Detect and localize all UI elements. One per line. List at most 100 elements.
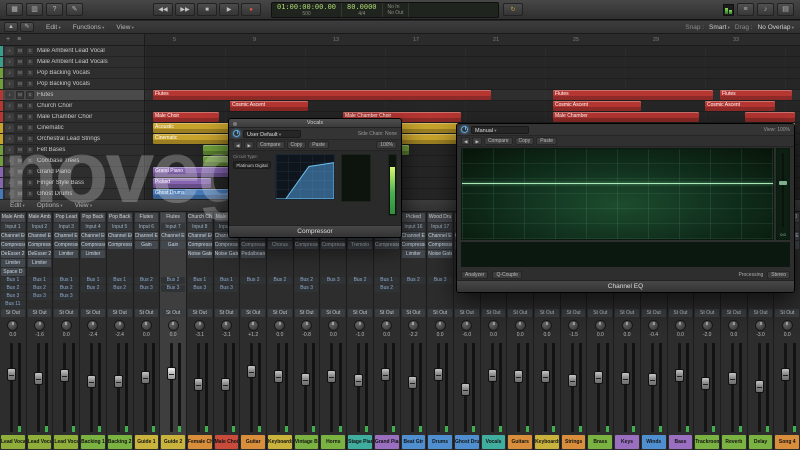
track-header[interactable]: ♪ M S Cinematic [0,123,144,134]
fx-slot[interactable]: Channel EQ [107,232,132,240]
solo-button[interactable]: S [26,146,34,154]
strip-output-slot[interactable]: St Out [508,309,533,317]
fx-slot[interactable]: Gain [161,241,185,249]
solo-button[interactable]: S [26,179,34,187]
pan-knob[interactable] [781,319,793,331]
lane-row[interactable] [145,79,800,90]
strip-output-slot[interactable]: St Out [695,309,719,317]
strip-output-slot[interactable]: St Out [641,309,666,317]
fader[interactable] [375,341,399,434]
strip-output-slot[interactable]: St Out [481,309,506,317]
strip-setting-button[interactable]: Male Amb [27,213,52,222]
mute-button[interactable]: M [16,113,24,121]
pan-knob[interactable] [728,319,740,331]
fx-slot[interactable]: Compressor [294,241,319,249]
cycle-icon[interactable]: ↻ [503,3,523,16]
send-slot[interactable]: Bus 11 [1,301,25,308]
fader[interactable] [402,341,426,434]
tools-icon[interactable]: ✎ [66,3,83,16]
strip-output-slot[interactable]: St Out [134,309,159,317]
strip-setting-button[interactable]: Pop Lead [54,213,79,222]
strip-name-label[interactable]: Keys [615,435,639,449]
pan-knob[interactable] [674,319,686,331]
mixer-strip[interactable]: Male AmbInput 2Channel EQCompressorDeEss… [26,212,53,450]
region[interactable]: Cosmic Ascent [705,101,775,111]
strip-name-label[interactable]: Vocals [481,435,506,449]
strip-name-label[interactable]: Keyboards [268,435,292,449]
fader[interactable] [669,341,693,434]
strip-output-slot[interactable]: St Out [535,309,559,317]
strip-name-label[interactable]: Winds [641,435,666,449]
strip-output-slot[interactable]: St Out [321,309,346,317]
send-slot[interactable]: Bus 2 [107,285,132,292]
fader-cap[interactable] [274,370,284,384]
strip-output-slot[interactable]: St Out [27,309,52,317]
button-compare[interactable]: Compare [483,137,513,145]
solo-button[interactable]: S [26,80,34,88]
fader-cap[interactable] [594,371,604,385]
strip-name-label[interactable]: Vintage B3 [294,435,319,449]
strip-setting-button[interactable]: Pop Back [107,213,132,222]
fader[interactable] [508,341,532,434]
mixer-strip[interactable]: OrganInput 12Channel EQCompressorBus 2Bu… [293,212,320,450]
strip-setting-button[interactable]: Church Ch [187,213,212,222]
strip-input-slot[interactable]: Input 2 [27,223,52,231]
track-header[interactable]: ♪ M S Pop Backing Vocals [0,79,144,90]
fx-slot[interactable]: Channel EQ [401,232,426,240]
track-header[interactable]: ♪ M S Pop Backing Vocals [0,68,144,79]
strip-name-label[interactable]: Drums [428,435,452,449]
fader[interactable] [1,341,25,434]
pointer-tool-icon[interactable]: ▲ [4,22,18,32]
mute-button[interactable]: M [16,157,24,165]
mute-button[interactable]: M [16,124,24,132]
fx-slot[interactable]: Channel EQ [54,232,79,240]
fader-cap[interactable] [487,369,497,383]
side-chain[interactable]: Side Chain: None [358,131,397,137]
strip-output-slot[interactable]: St Out [161,309,185,317]
fader[interactable] [455,341,479,434]
strip-input-slot[interactable]: Input 3 [54,223,79,231]
strip-name-label[interactable]: Strings [561,435,586,449]
region[interactable]: Male Chamber [553,112,699,122]
region[interactable] [203,145,229,155]
power-icon[interactable] [461,126,468,133]
mute-button[interactable]: M [16,168,24,176]
eq-curve[interactable] [462,183,773,185]
mixer-strip[interactable]: HornsInput 13Channel EQCompressorBus 3St… [320,212,347,450]
send-slot[interactable]: Bus 2 [134,277,159,284]
pan-knob[interactable] [34,319,46,331]
region[interactable]: Picked [153,178,211,188]
pan-knob[interactable] [274,319,286,331]
fader[interactable] [562,341,586,434]
send-slot[interactable]: Bus 2 [241,277,266,284]
lane-row[interactable] [145,46,800,57]
mixer-strip[interactable]: Pop BackInput 5Channel EQCompressorBus 1… [106,212,133,450]
strip-name-label[interactable]: Female Choir [187,435,212,449]
solo-button[interactable]: S [26,124,34,132]
fx-slot[interactable]: Tremolo [348,241,372,249]
solo-button[interactable]: S [26,91,34,99]
fx-slot[interactable]: Compressor [187,241,212,249]
track-header[interactable]: ♪ M S Orchestral Lead Strings [0,134,144,145]
pan-knob[interactable] [60,319,72,331]
pencil-tool-icon[interactable]: ✎ [20,22,34,32]
circuit-type-dropdown[interactable]: Platinum Digital [233,161,271,169]
pan-knob[interactable] [514,319,526,331]
strip-output-slot[interactable]: St Out [81,309,105,317]
library-icon[interactable]: ▦ [6,3,23,16]
fx-slot[interactable]: Compressor [54,241,79,249]
mute-button[interactable]: M [16,80,24,88]
menu-edit[interactable]: Edit [46,24,61,31]
record-icon[interactable]: ● [241,3,261,16]
fader-cap[interactable] [380,368,390,382]
mute-button[interactable]: M [16,179,24,187]
solo-button[interactable]: S [26,113,34,121]
pan-knob[interactable] [568,319,580,331]
channel-eq-window[interactable]: Manual View: 100% ◀▶CompareCopyPaste 0.0… [456,123,795,293]
fader-cap[interactable] [113,375,123,388]
fader[interactable] [695,341,719,434]
strip-output-slot[interactable]: St Out [1,309,25,317]
fx-slot[interactable]: Channel EQ [27,232,52,240]
mixer-strip[interactable]: ElectricInput 14Channel EQTremoloBus 2St… [347,212,373,450]
region[interactable]: Flutes [720,90,792,100]
